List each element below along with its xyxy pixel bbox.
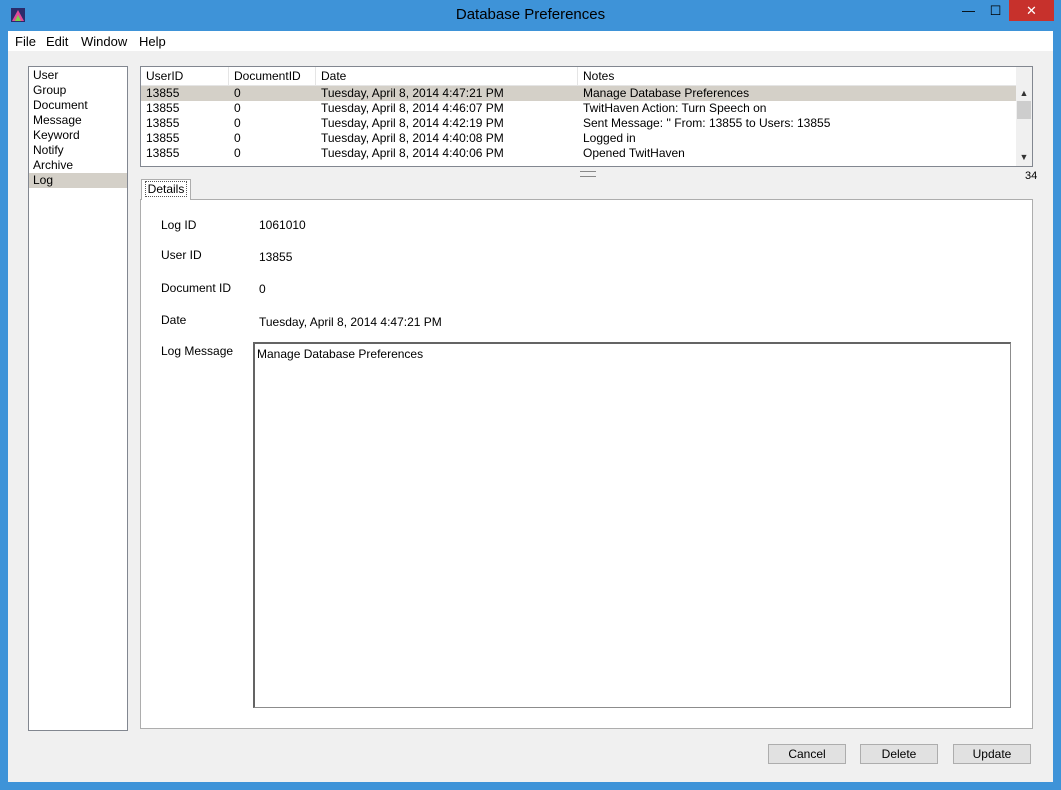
cell-documentid: 0	[234, 86, 241, 100]
cell-userid: 13855	[146, 86, 180, 100]
sidebar-item-message[interactable]: Message	[29, 113, 127, 128]
log-id-label: Log ID	[161, 218, 197, 232]
cell-notes: TwitHaven Action: Turn Speech on	[583, 101, 767, 115]
cell-notes: Manage Database Preferences	[583, 86, 750, 100]
column-header-date[interactable]: Date	[316, 67, 578, 85]
log-message-textarea[interactable]: Manage Database Preferences	[253, 342, 1011, 708]
sidebar-item-log[interactable]: Log	[29, 173, 127, 188]
table-row[interactable]: 13855 0 Tuesday, April 8, 2014 4:46:07 PM T…	[141, 101, 1016, 116]
cell-documentid: 0	[234, 146, 241, 160]
cell-notes: Logged in	[583, 131, 636, 145]
record-count: 34	[1025, 170, 1038, 182]
category-list[interactable]: User Group Document Message Keyword Notify Arc…	[28, 66, 128, 731]
column-header-notes[interactable]: Notes	[578, 67, 1016, 85]
user-id-value: 13855	[259, 250, 293, 264]
sidebar-item-group[interactable]: Group	[29, 83, 127, 98]
cell-userid: 13855	[146, 131, 180, 145]
sidebar-item-user[interactable]: User	[29, 68, 127, 83]
tab-details-label: Details	[144, 181, 188, 197]
menu-bar: File Edit Window Help	[8, 31, 1053, 51]
client-area: File Edit Window Help User Group Document M…	[8, 31, 1053, 782]
log-id-value: 1061010	[259, 218, 306, 232]
details-panel: Log ID 1061010 User ID 13855 Document ID…	[140, 199, 1033, 729]
delete-button[interactable]: Delete	[860, 744, 938, 764]
grid-header: UserID DocumentID Date Notes	[141, 67, 1016, 86]
cell-date: Tuesday, April 8, 2014 4:47:21 PM	[321, 86, 504, 100]
update-button[interactable]: Update	[953, 744, 1031, 764]
cell-userid: 13855	[146, 101, 180, 115]
cell-date: Tuesday, April 8, 2014 4:42:19 PM	[321, 116, 504, 130]
document-id-value: 0	[259, 282, 266, 296]
column-header-documentid[interactable]: DocumentID	[229, 67, 316, 85]
column-header-userid[interactable]: UserID	[141, 67, 229, 85]
table-row-partial[interactable]	[141, 161, 1016, 166]
table-row[interactable]: 13855 0 Tuesday, April 8, 2014 4:47:21 PM M…	[141, 86, 1016, 101]
user-id-label: User ID	[161, 248, 202, 262]
log-message-label: Log Message	[161, 344, 234, 358]
scroll-up-icon[interactable]: ▲	[1016, 85, 1032, 101]
menu-file[interactable]: File	[15, 34, 36, 49]
splitter-grip-icon[interactable]	[580, 171, 596, 177]
sidebar-item-notify[interactable]: Notify	[29, 143, 127, 158]
table-row[interactable]: 13855 0 Tuesday, April 8, 2014 4:40:08 PM L…	[141, 131, 1016, 146]
cell-documentid: 0	[234, 131, 241, 145]
cell-documentid: 0	[234, 116, 241, 130]
sidebar-item-archive[interactable]: Archive	[29, 158, 127, 173]
cell-notes: Sent Message: '' From: 13855 to Users: 1…	[583, 116, 831, 130]
menu-help[interactable]: Help	[139, 34, 166, 49]
cancel-button[interactable]: Cancel	[768, 744, 846, 764]
document-id-label: Document ID	[161, 281, 232, 295]
cell-date: Tuesday, April 8, 2014 4:46:07 PM	[321, 101, 504, 115]
cell-userid: 13855	[146, 116, 180, 130]
app-window: Database Preferences — ☐ ✕ File Edit Win…	[0, 0, 1061, 790]
log-grid[interactable]: UserID DocumentID Date Notes 13855 0 Tuesd…	[140, 66, 1033, 167]
cell-notes: Opened TwitHaven	[583, 146, 685, 160]
sidebar-item-document[interactable]: Document	[29, 98, 127, 113]
maximize-button[interactable]: ☐	[982, 0, 1009, 21]
menu-window[interactable]: Window	[81, 34, 127, 49]
grid-scrollbar[interactable]: ▲ ▼	[1016, 67, 1032, 166]
title-bar[interactable]: Database Preferences — ☐ ✕	[0, 0, 1061, 31]
menu-edit[interactable]: Edit	[46, 34, 68, 49]
window-title: Database Preferences	[455, 6, 606, 23]
cell-date: Tuesday, April 8, 2014 4:40:08 PM	[321, 131, 504, 145]
date-value: Tuesday, April 8, 2014 4:47:21 PM	[259, 315, 442, 329]
table-row[interactable]: 13855 0 Tuesday, April 8, 2014 4:40:06 PM O…	[141, 146, 1016, 161]
sidebar-item-keyword[interactable]: Keyword	[29, 128, 127, 143]
cell-documentid: 0	[234, 101, 241, 115]
close-button[interactable]: ✕	[1009, 0, 1054, 21]
scroll-down-icon[interactable]: ▼	[1016, 149, 1032, 165]
scroll-thumb[interactable]	[1017, 101, 1031, 119]
table-row[interactable]: 13855 0 Tuesday, April 8, 2014 4:42:19 PM S…	[141, 116, 1016, 131]
date-label: Date	[161, 313, 187, 327]
minimize-button[interactable]: —	[955, 0, 982, 21]
cell-userid: 13855	[146, 146, 180, 160]
tab-details[interactable]: Details	[141, 179, 191, 200]
cell-date: Tuesday, April 8, 2014 4:40:06 PM	[321, 146, 504, 160]
